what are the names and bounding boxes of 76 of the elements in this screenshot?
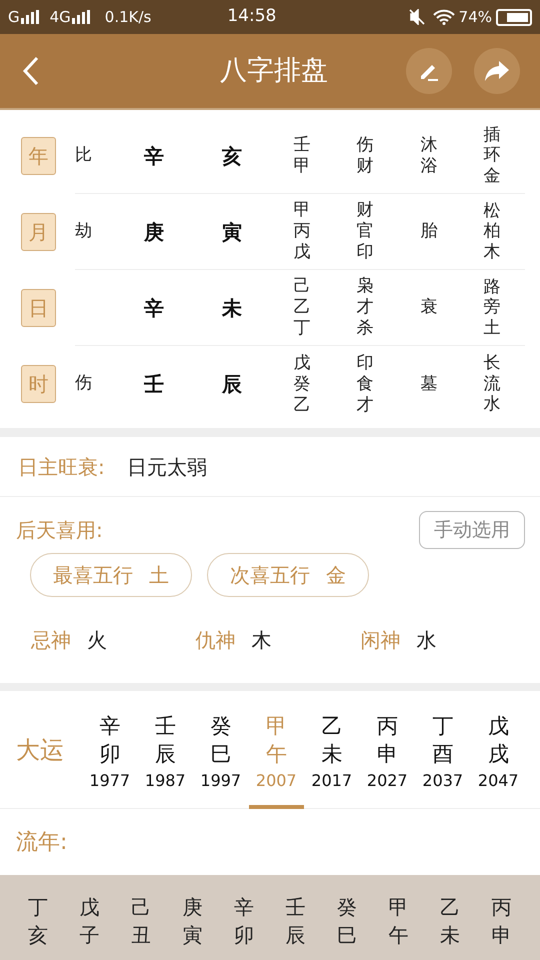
edit-button[interactable] <box>406 48 452 94</box>
ten-god: 比 <box>75 144 92 165</box>
earthly-branch: 未 <box>222 296 242 320</box>
dayun-tab[interactable]: 癸 巳 1997 <box>193 690 248 808</box>
hidden-gods: 财 官 印 <box>356 200 374 263</box>
signal-icon <box>20 10 42 24</box>
battery-icon <box>496 8 532 26</box>
year-item[interactable]: 甲 午 <box>372 893 424 960</box>
nayin: 路旁土 <box>484 276 500 338</box>
dayun-tab[interactable]: 辛 卯 1977 <box>82 690 138 808</box>
heavenly-stem: 壬 <box>144 372 164 396</box>
pillar-tag: 日 <box>21 289 56 327</box>
strength-value: 日元太弱 <box>126 454 207 480</box>
hidden-gods: 印 食 才 <box>356 352 374 416</box>
hidden-gods: 枭 才 杀 <box>356 276 374 339</box>
year-item[interactable]: 丁 亥 <box>12 893 64 960</box>
earthly-branch: 亥 <box>222 144 242 168</box>
hidden-stems: 甲 丙 戊 <box>294 200 310 263</box>
dayun-tab[interactable]: 戊 戌 2047 <box>470 690 526 808</box>
carrier-label: 4G <box>50 6 71 28</box>
mute-icon <box>408 9 425 25</box>
dayun-tab[interactable]: 丙 申 2027 <box>360 690 415 808</box>
year-item[interactable]: 癸 巳 <box>321 893 372 960</box>
ten-god: 劫 <box>75 220 92 241</box>
dayun-tab[interactable]: 丁 酉 2037 <box>415 690 470 808</box>
pillar-tag: 月 <box>21 213 56 251</box>
year-item[interactable]: 乙 未 <box>424 893 476 960</box>
earthly-branch: 寅 <box>222 220 242 244</box>
heavenly-stem: 庚 <box>144 220 164 244</box>
dayun-label: 大运 <box>15 734 65 766</box>
god-label: 闲神 <box>360 627 400 654</box>
dayun-tab[interactable]: 乙 未 2017 <box>304 690 360 808</box>
god-value: 火 <box>87 627 107 654</box>
pillar-tag: 时 <box>21 365 56 403</box>
year-item[interactable]: 庚 寅 <box>166 893 218 960</box>
year-item[interactable]: 丙 申 <box>476 893 527 960</box>
nayin: 长流水 <box>484 353 500 415</box>
year-item[interactable]: 辛 卯 <box>218 893 270 960</box>
hidden-stems: 己 乙 丁 <box>294 276 310 339</box>
hidden-gods: 伤 财 <box>356 134 374 176</box>
clock: 14:58 <box>227 5 276 28</box>
god-label: 仇神 <box>196 627 236 654</box>
heavenly-stem: 辛 <box>144 296 164 320</box>
element-chip: 次喜五行 金 <box>207 553 369 597</box>
pillar-tag: 年 <box>21 137 56 175</box>
god-value: 木 <box>252 627 272 654</box>
liunian-label: 流年: <box>16 828 68 856</box>
favorable-label: 后天喜用: <box>15 517 103 544</box>
hidden-stems: 戊 癸 乙 <box>294 352 310 416</box>
nayin: 松柏木 <box>484 200 500 262</box>
year-item[interactable]: 壬 辰 <box>270 893 321 960</box>
heavenly-stem: 辛 <box>144 144 164 168</box>
life-stage: 衰 <box>420 297 438 318</box>
hidden-stems: 壬 甲 <box>294 134 310 176</box>
manual-select-button[interactable]: 手动选用 <box>419 511 525 549</box>
year-item[interactable]: 己 丑 <box>115 893 166 960</box>
life-stage: 墓 <box>420 374 438 394</box>
carrier-label: G <box>8 6 20 28</box>
share-icon <box>484 60 510 82</box>
network-speed: 0.1K/s <box>104 6 152 28</box>
earthly-branch: 辰 <box>222 372 242 396</box>
share-button[interactable] <box>474 48 520 94</box>
nayin: 插环金 <box>484 124 500 186</box>
life-stage: 胎 <box>420 221 438 242</box>
page-title: 八字排盘 <box>219 54 329 88</box>
life-stage: 沐浴 <box>420 135 438 176</box>
dayun-tab[interactable]: 壬 辰 1987 <box>138 690 193 808</box>
signal-icon <box>70 10 93 24</box>
element-chip: 最喜五行 土 <box>30 553 192 597</box>
battery-percent: 74% <box>458 6 492 28</box>
god-value: 水 <box>416 627 436 654</box>
god-label: 忌神 <box>31 627 71 654</box>
strength-label: 日主旺衰: <box>18 454 105 480</box>
year-item[interactable]: 戊 子 <box>64 893 115 960</box>
wifi-icon <box>432 9 455 25</box>
ten-god: 伤 <box>75 373 92 394</box>
